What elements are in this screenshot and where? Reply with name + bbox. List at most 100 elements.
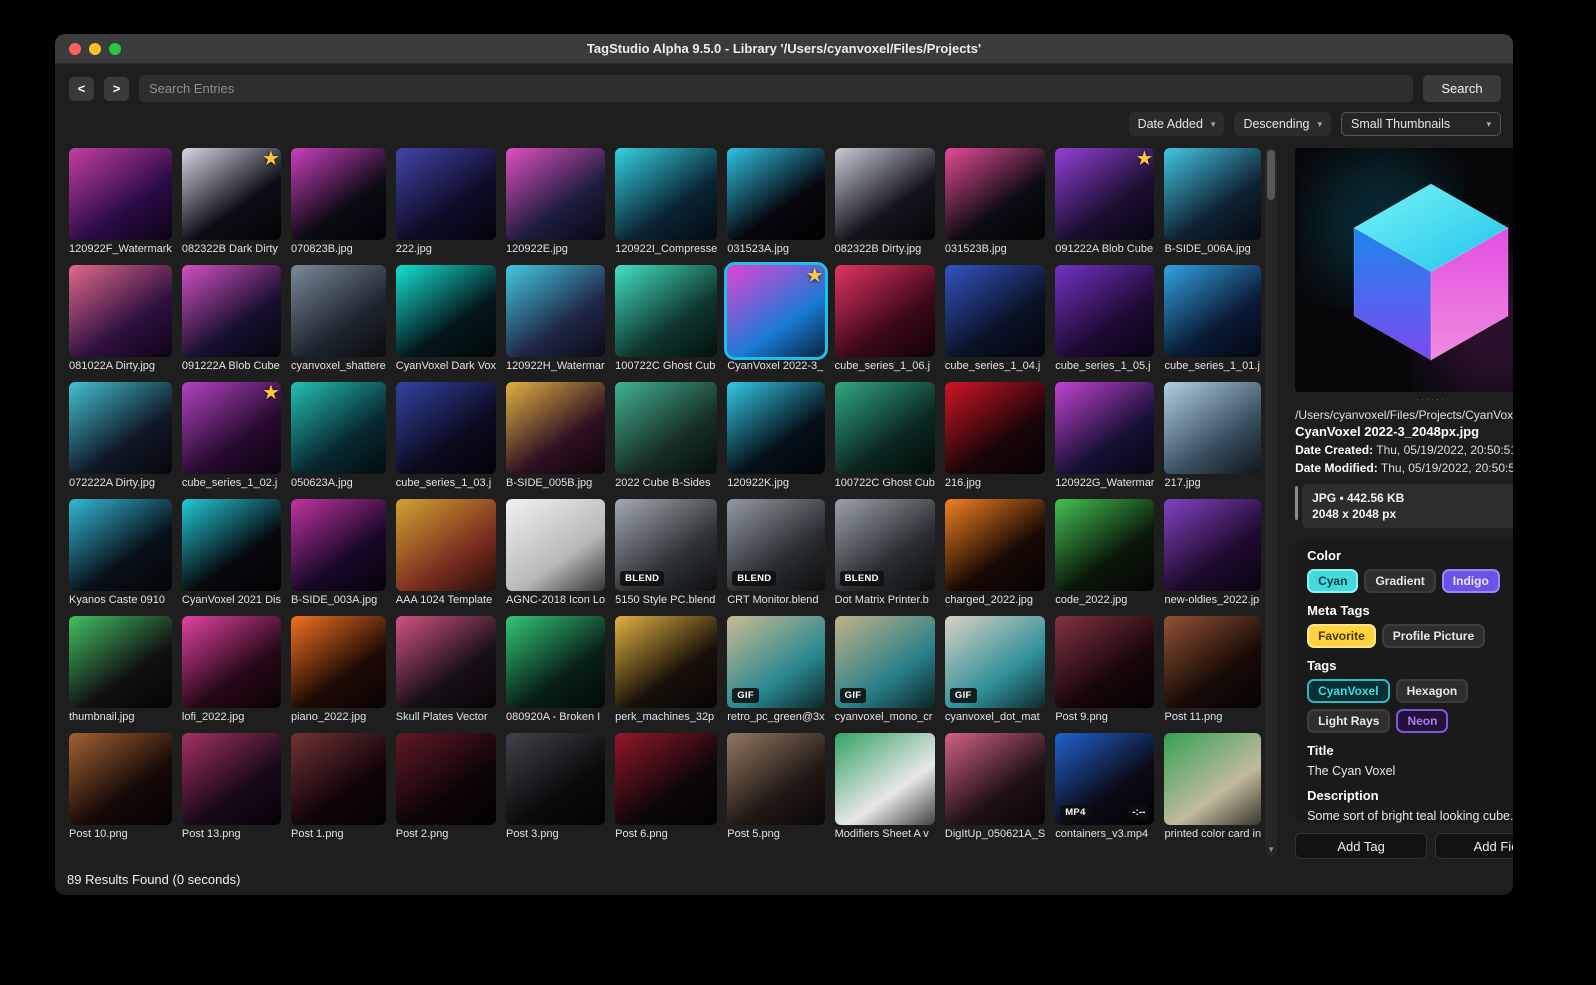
- thumbnail[interactable]: [727, 382, 825, 474]
- thumbnail[interactable]: BLEND: [615, 499, 718, 591]
- grid-item[interactable]: BLEND Dot Matrix Printer.b: [834, 499, 935, 608]
- thumbnail[interactable]: [395, 616, 497, 708]
- back-button[interactable]: <: [69, 76, 94, 101]
- grid-item[interactable]: thumbnail.jpg: [69, 616, 172, 725]
- thumbnail[interactable]: [1164, 265, 1262, 357]
- thumbnail[interactable]: [395, 499, 497, 591]
- thumbnail[interactable]: [1055, 499, 1155, 591]
- grid-item[interactable]: ★ 091222A Blob Cube: [1055, 148, 1155, 257]
- thumbnail-size-dropdown[interactable]: Small Thumbnails ▾: [1341, 112, 1501, 136]
- grid-item[interactable]: lofi_2022.jpg: [181, 616, 281, 725]
- grid-item[interactable]: 120922E.jpg: [506, 148, 606, 257]
- search-input[interactable]: [139, 75, 1413, 102]
- thumbnail[interactable]: [69, 499, 172, 591]
- panel-resize-handle[interactable]: ······: [1295, 394, 1513, 405]
- grid-item[interactable]: BLEND 5150 Style PC.blend: [615, 499, 718, 608]
- thumbnail[interactable]: [834, 733, 935, 825]
- thumbnail[interactable]: [290, 499, 386, 591]
- grid-item[interactable]: BLEND CRT Monitor.blend: [727, 499, 825, 608]
- thumbnail[interactable]: [69, 733, 172, 825]
- grid-item[interactable]: charged_2022.jpg: [944, 499, 1046, 608]
- grid-item[interactable]: ★ cube_series_1_02.j: [181, 382, 281, 491]
- tag-pill-profile-picture[interactable]: Profile Picture: [1381, 624, 1486, 648]
- grid-item[interactable]: Post 9.png: [1055, 616, 1155, 725]
- grid-item[interactable]: 100722C Ghost Cub: [615, 265, 718, 374]
- grid-item[interactable]: 072222A Dirty.jpg: [69, 382, 172, 491]
- thumbnail[interactable]: [944, 148, 1046, 240]
- thumbnail[interactable]: [395, 265, 497, 357]
- tag-pill-gradient[interactable]: Gradient: [1364, 569, 1436, 593]
- thumbnail[interactable]: [615, 265, 718, 357]
- thumbnail[interactable]: [181, 733, 281, 825]
- thumbnail[interactable]: [290, 265, 386, 357]
- thumbnail[interactable]: [506, 733, 606, 825]
- thumbnail[interactable]: [181, 499, 281, 591]
- thumbnail[interactable]: [506, 265, 606, 357]
- thumbnail[interactable]: [69, 616, 172, 708]
- thumbnail[interactable]: BLEND: [834, 499, 935, 591]
- thumbnail[interactable]: [834, 148, 935, 240]
- thumbnail[interactable]: [1055, 382, 1155, 474]
- grid-item[interactable]: 216.jpg: [944, 382, 1046, 491]
- zoom-button[interactable]: [109, 43, 121, 55]
- thumbnail[interactable]: [181, 616, 281, 708]
- grid-item[interactable]: ★ 082322B Dark Dirty: [181, 148, 281, 257]
- scroll-down-icon[interactable]: ▼: [1265, 845, 1277, 854]
- grid-item[interactable]: Post 1.png: [290, 733, 386, 842]
- grid-item[interactable]: piano_2022.jpg: [290, 616, 386, 725]
- thumbnail[interactable]: [506, 382, 606, 474]
- grid-item[interactable]: AAA 1024 Template: [395, 499, 497, 608]
- grid-item[interactable]: Post 5.png: [727, 733, 825, 842]
- grid-item[interactable]: MP4 -:-- containers_v3.mp4: [1055, 733, 1155, 842]
- grid-item[interactable]: 2022 Cube B-Sides: [615, 382, 718, 491]
- thumbnail[interactable]: MP4 -:--: [1055, 733, 1155, 825]
- grid-item[interactable]: 120922I_Compresse: [615, 148, 718, 257]
- grid-item[interactable]: Post 11.png: [1164, 616, 1262, 725]
- thumbnail[interactable]: [290, 148, 386, 240]
- forward-button[interactable]: >: [104, 76, 129, 101]
- grid-item[interactable]: B-SIDE_005B.jpg: [506, 382, 606, 491]
- thumbnail[interactable]: [1164, 499, 1262, 591]
- grid-item[interactable]: 080920A - Broken I: [506, 616, 606, 725]
- grid-item[interactable]: 050623A.jpg: [290, 382, 386, 491]
- grid-item[interactable]: Modifiers Sheet A v: [834, 733, 935, 842]
- minimize-button[interactable]: [89, 43, 101, 55]
- thumbnail[interactable]: [615, 616, 718, 708]
- close-button[interactable]: [69, 43, 81, 55]
- grid-item[interactable]: Post 13.png: [181, 733, 281, 842]
- thumbnail[interactable]: [1164, 616, 1262, 708]
- search-button[interactable]: Search: [1423, 75, 1501, 102]
- thumbnail[interactable]: [727, 733, 825, 825]
- grid-item[interactable]: CyanVoxel Dark Vox: [395, 265, 497, 374]
- grid-item[interactable]: cube_series_1_06.j: [834, 265, 935, 374]
- grid-item[interactable]: perk_machines_32p: [615, 616, 718, 725]
- thumbnail[interactable]: [615, 148, 718, 240]
- thumbnail[interactable]: [506, 148, 606, 240]
- tag-pill-indigo[interactable]: Indigo: [1441, 569, 1500, 593]
- thumbnail[interactable]: [834, 265, 935, 357]
- grid-item[interactable]: Post 3.png: [506, 733, 606, 842]
- sort-field-dropdown[interactable]: Date Added ▾: [1128, 112, 1225, 136]
- thumbnail[interactable]: [181, 265, 281, 357]
- grid-item[interactable]: 082322B Dirty.jpg: [834, 148, 935, 257]
- sort-direction-dropdown[interactable]: Descending ▾: [1234, 112, 1331, 136]
- thumbnail[interactable]: [1055, 265, 1155, 357]
- thumbnail[interactable]: [506, 499, 606, 591]
- thumbnail[interactable]: [290, 733, 386, 825]
- thumbnail[interactable]: [944, 733, 1046, 825]
- thumbnail[interactable]: GIF: [944, 616, 1046, 708]
- thumbnail[interactable]: [69, 382, 172, 474]
- grid-item[interactable]: 091222A Blob Cube: [181, 265, 281, 374]
- thumbnail[interactable]: ★: [181, 148, 281, 240]
- thumbnail[interactable]: [944, 499, 1046, 591]
- grid-item[interactable]: Skull Plates Vector: [395, 616, 497, 725]
- add-field-button[interactable]: Add Field: [1435, 833, 1513, 859]
- thumbnail[interactable]: ★: [1055, 148, 1155, 240]
- grid-item[interactable]: 031523A.jpg: [727, 148, 825, 257]
- thumbnail[interactable]: [944, 265, 1046, 357]
- grid-item[interactable]: 222.jpg: [395, 148, 497, 257]
- grid-item[interactable]: 120922K.jpg: [727, 382, 825, 491]
- fields-scrollbar[interactable]: [1295, 486, 1299, 520]
- thumbnail[interactable]: [615, 733, 718, 825]
- grid-item[interactable]: GIF cyanvoxel_mono_cr: [834, 616, 935, 725]
